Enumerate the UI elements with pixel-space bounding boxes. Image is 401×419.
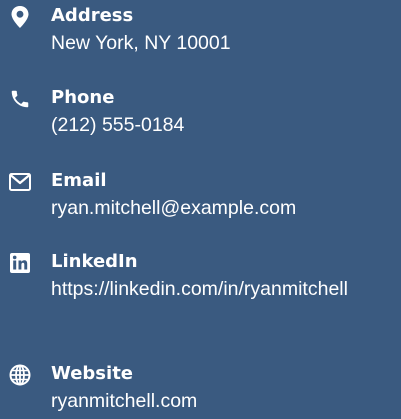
contact-label-address: Address (51, 5, 134, 26)
linkedin-icon (8, 251, 32, 275)
envelope-icon (8, 170, 32, 194)
contact-label-email: Email (51, 170, 107, 191)
contact-value-phone: (212) 555-0184 (51, 114, 185, 136)
phone-icon (8, 87, 32, 111)
contact-value-address: New York, NY 10001 (51, 32, 231, 54)
contact-label-linkedin: LinkedIn (51, 251, 138, 272)
contact-list: Address New York, NY 10001 Phone (212) 5… (0, 0, 401, 419)
contact-value-email[interactable]: ryan.mitchell@example.com (51, 194, 391, 222)
contact-label-phone: Phone (51, 87, 115, 108)
globe-icon (8, 363, 32, 387)
contact-label-website: Website (51, 363, 134, 384)
contact-value-linkedin[interactable]: https://linkedin.com/in/ryanmitchell (51, 275, 391, 303)
location-pin-icon (8, 5, 32, 29)
contact-value-website[interactable]: ryanmitchell.com (51, 387, 391, 415)
